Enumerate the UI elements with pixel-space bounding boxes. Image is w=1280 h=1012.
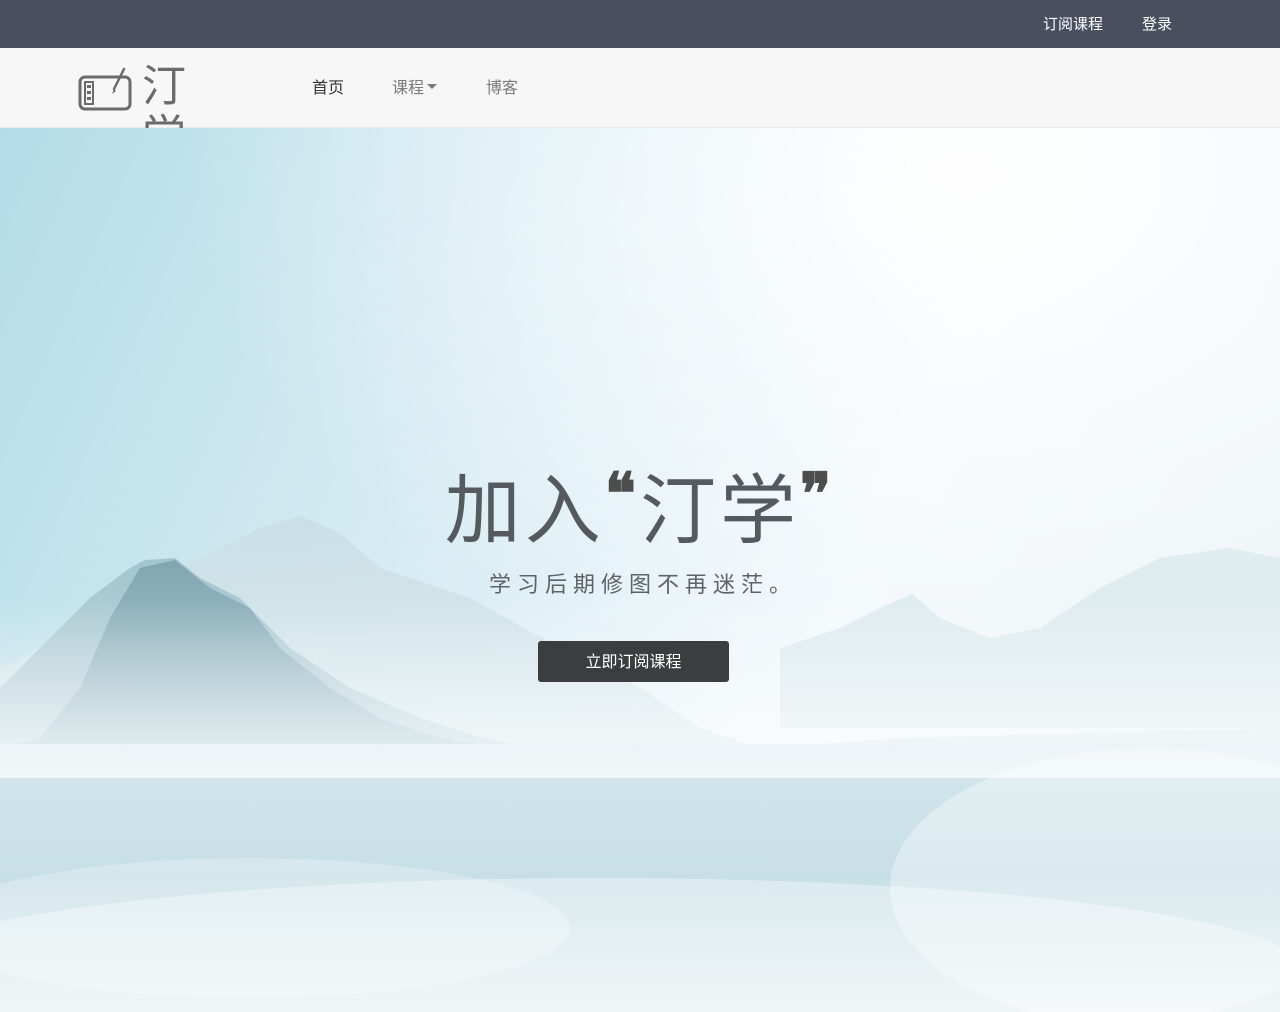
subscribe-now-button[interactable]: 立即订阅课程 (538, 641, 729, 682)
main-navbar: 汀学 首页 课程 博客 (0, 48, 1280, 162)
drawing-tablet-icon (78, 67, 132, 111)
hero-title-brand: 汀学 (640, 466, 800, 555)
nav-item-home[interactable]: 首页 (312, 77, 344, 99)
nav-item-courses[interactable]: 课程 (392, 77, 438, 99)
close-quote-icon: ❞ (800, 460, 836, 528)
open-quote-icon: ❝ (604, 460, 640, 528)
nav-item-courses-label: 课程 (392, 78, 425, 97)
nav-item-blog[interactable]: 博客 (486, 77, 518, 99)
subscribe-link[interactable]: 订阅课程 (1043, 14, 1103, 34)
mountain-sea-background-image (0, 128, 1280, 1012)
caret-down-icon (427, 84, 438, 89)
hero-section: 加入❝汀学❞ 学习后期修图不再迷茫。 立即订阅课程 (0, 128, 1280, 1012)
hero-title: 加入❝汀学❞ (0, 460, 1280, 556)
brand-logo[interactable]: 汀学 (78, 62, 228, 162)
top-bar: 订阅课程 登录 (0, 0, 1280, 48)
hero-title-prefix: 加入 (444, 466, 605, 555)
hero-subtitle: 学习后期修图不再迷茫。 (488, 573, 797, 598)
login-link[interactable]: 登录 (1142, 14, 1172, 34)
